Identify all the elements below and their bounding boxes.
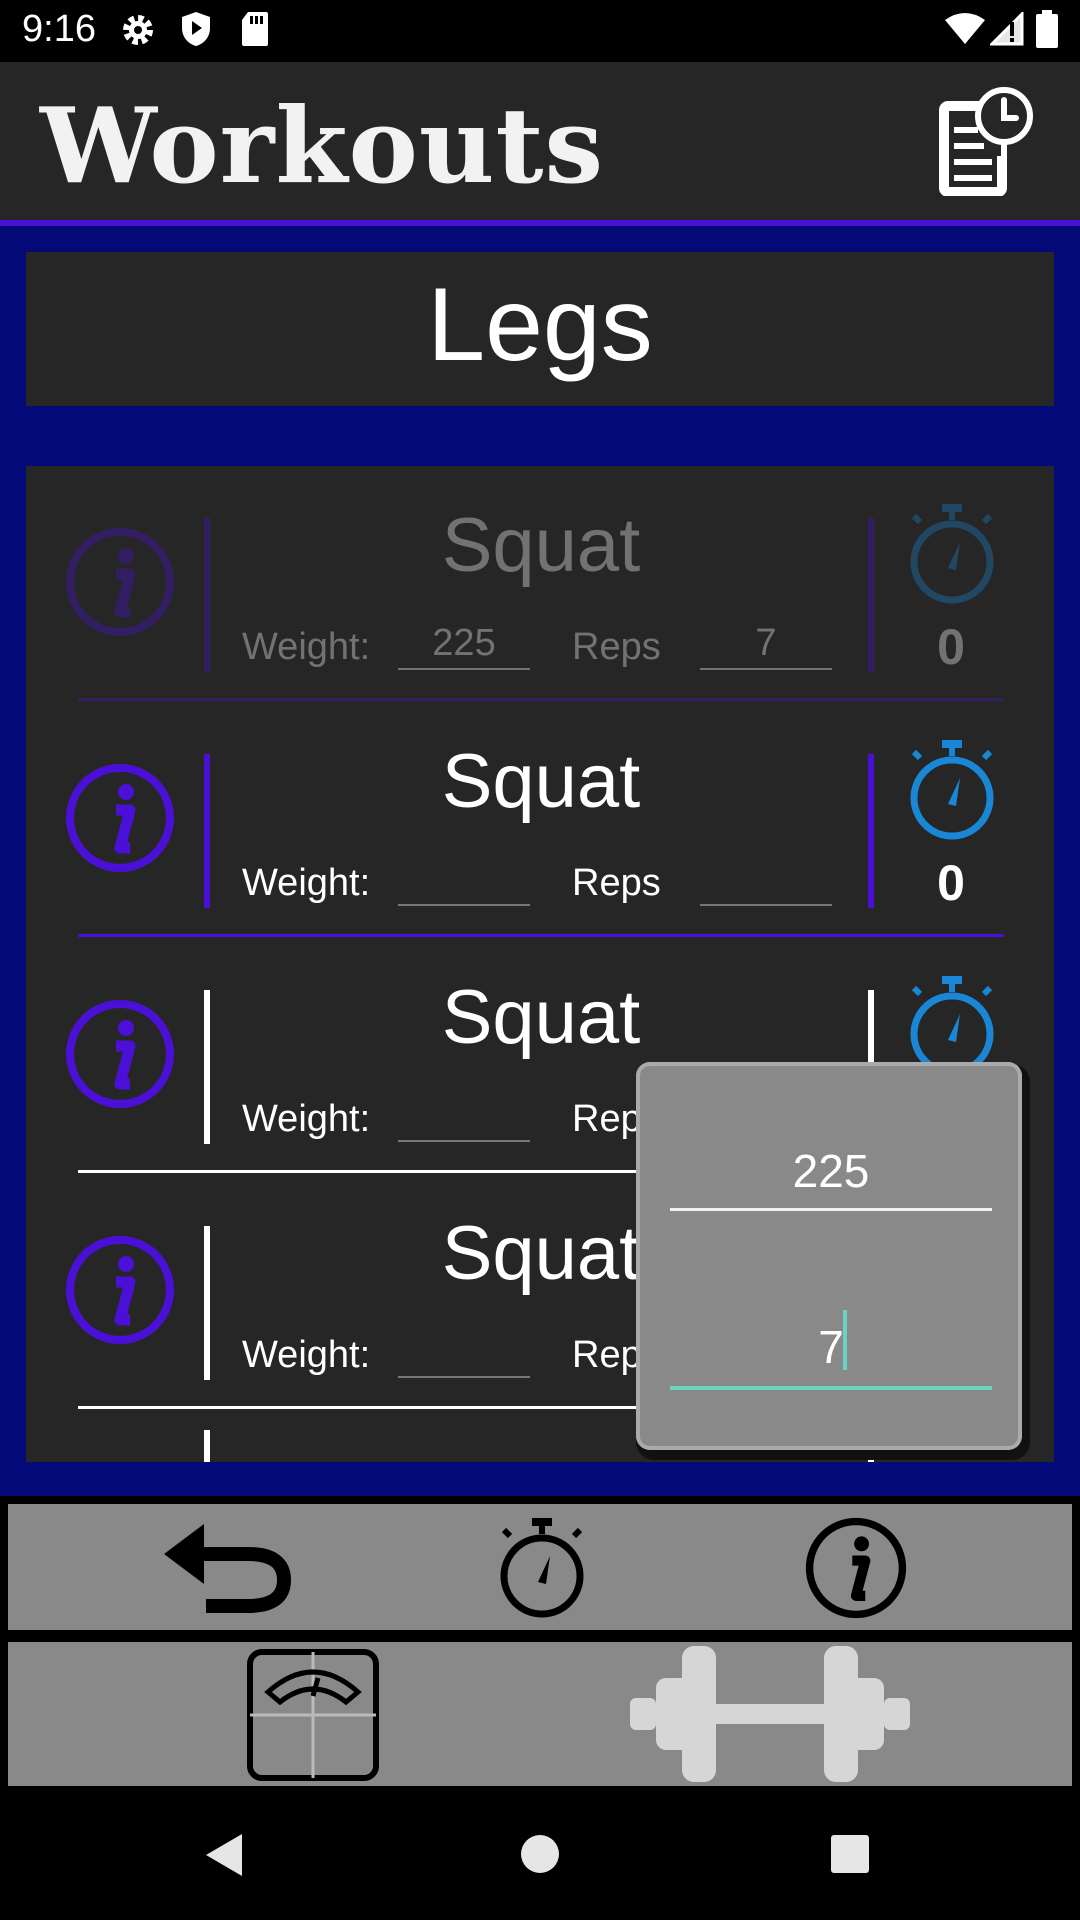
bottom-nav — [8, 1642, 1072, 1786]
info-icon[interactable] — [64, 1234, 176, 1346]
battery-icon — [1036, 10, 1058, 48]
history-clipboard-icon[interactable] — [938, 86, 1034, 196]
sd-card-icon — [242, 12, 268, 46]
info-icon[interactable] — [64, 526, 176, 638]
row-divider-right — [868, 754, 874, 908]
weight-field[interactable]: 225 — [398, 618, 530, 670]
system-nav-bar — [0, 1788, 1080, 1920]
app-bar: Workouts — [0, 62, 1080, 220]
back-icon[interactable] — [204, 1832, 244, 1878]
weight-field[interactable] — [398, 854, 530, 906]
wifi-icon — [945, 13, 985, 44]
dumbbell-icon[interactable] — [620, 1644, 920, 1784]
text-cursor — [843, 1310, 847, 1370]
weight-label: Weight: — [242, 626, 371, 668]
popup-weight-input[interactable]: 225 — [670, 1144, 992, 1198]
row-divider-left — [204, 990, 210, 1144]
recents-icon[interactable] — [830, 1834, 870, 1874]
info-icon[interactable] — [804, 1516, 908, 1620]
weight-label: Weight: — [242, 1098, 371, 1140]
home-icon[interactable] — [520, 1834, 560, 1874]
bottom-toolbar — [8, 1504, 1072, 1630]
status-time: 9:16 — [22, 8, 96, 50]
settings-gear-icon — [123, 15, 153, 45]
popup-reps-underline — [670, 1386, 992, 1390]
group-header[interactable]: Legs — [26, 252, 1054, 406]
row-divider-right — [868, 518, 874, 672]
group-title: Legs — [427, 267, 653, 383]
exercise-name: Squat — [441, 503, 641, 588]
info-icon[interactable] — [64, 762, 176, 874]
stopwatch-icon[interactable] — [494, 1516, 590, 1620]
app-title: Workouts — [40, 84, 605, 207]
row-divider-left — [204, 1430, 210, 1462]
exercise-row[interactable]: Squat Weight: 225 Reps 7 0 — [26, 466, 1054, 702]
cell-signal-icon — [990, 12, 1024, 46]
row-separator — [78, 698, 1004, 701]
popup-weight-underline — [670, 1208, 992, 1211]
weight-field[interactable] — [398, 1090, 530, 1142]
reps-label: Reps — [572, 862, 661, 904]
undo-icon[interactable] — [158, 1518, 298, 1618]
weight-label: Weight: — [242, 1334, 371, 1376]
reps-label: Reps — [572, 626, 661, 668]
weight-field[interactable] — [398, 1326, 530, 1378]
row-divider-left — [204, 1226, 210, 1380]
row-separator — [78, 934, 1004, 937]
exercise-name: Squat — [441, 975, 641, 1060]
reps-field[interactable] — [700, 854, 832, 906]
row-divider-left — [204, 754, 210, 908]
reps-field[interactable]: 7 — [700, 618, 832, 670]
weight-reps-popup[interactable]: 225 7 — [636, 1062, 1022, 1450]
shield-play-icon — [182, 12, 210, 46]
info-icon[interactable] — [64, 998, 176, 1110]
stopwatch-icon[interactable] — [904, 502, 1000, 606]
status-bar: 9:16 — [0, 0, 1080, 62]
timer-count: 0 — [937, 855, 965, 911]
weight-label: Weight: — [242, 862, 371, 904]
row-divider-left — [204, 518, 210, 672]
timer-count: 0 — [937, 619, 965, 675]
scale-icon[interactable] — [246, 1648, 380, 1782]
stopwatch-icon[interactable] — [904, 738, 1000, 842]
exercise-row[interactable]: Squat Weight: Reps 0 — [26, 702, 1054, 938]
popup-reps-input[interactable]: 7 — [670, 1320, 992, 1374]
exercise-name: Squat — [441, 739, 641, 824]
